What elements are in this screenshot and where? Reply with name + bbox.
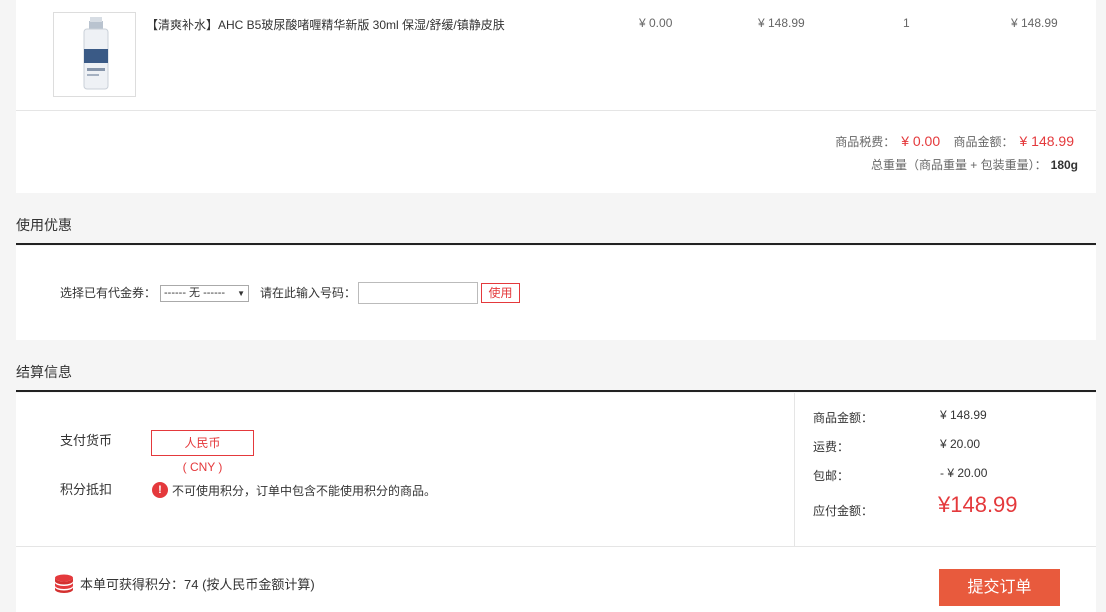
order-summary: 商品税费： ¥ 0.00 商品金额： ¥ 148.99 xyxy=(835,133,1074,150)
coupon-select[interactable]: ------ 无 ------ ▼ xyxy=(160,285,249,302)
weight-summary: 总重量（商品重量 + 包装重量）： 180g xyxy=(871,156,1078,173)
product-quantity: 1 xyxy=(903,16,910,30)
product-subtotal: ¥ 148.99 xyxy=(1011,16,1058,30)
amount-value: ¥ 148.99 xyxy=(1019,133,1075,149)
breakdown-value: - ¥ 20.00 xyxy=(940,466,988,480)
breakdown-label: 商品金额： xyxy=(813,411,874,425)
serum-bottle-icon xyxy=(83,17,109,90)
product-thumbnail[interactable] xyxy=(53,12,136,97)
breakdown-value: ¥ 20.00 xyxy=(940,437,981,451)
coupon-code-input[interactable] xyxy=(358,282,478,304)
tax-value: ¥ 0.00 xyxy=(901,133,941,149)
amount-label: 商品金额： xyxy=(953,135,1014,149)
submit-order-button[interactable]: 提交订单 xyxy=(939,569,1060,606)
total-label: 应付金额： xyxy=(813,504,874,518)
coin-stack-icon xyxy=(55,574,73,593)
order-item-panel: 【清爽补水】AHC B5玻尿酸啫喱精华新版 30ml 保湿/舒缓/镇静皮肤 ¥ … xyxy=(16,0,1096,193)
section-divider xyxy=(16,243,1096,245)
pay-currency-label: 支付货币 xyxy=(60,433,113,448)
breakdown-label: 运费： xyxy=(813,440,850,454)
tax-label: 商品税费： xyxy=(835,135,896,149)
coupon-section-title: 使用优惠 xyxy=(16,217,72,233)
settlement-panel: 支付货币 人民币 ( CNY ) 积分抵扣 ! 不可使用积分，订单中包含不能使用… xyxy=(16,393,1096,546)
currency-option[interactable]: 人民币 xyxy=(151,430,254,456)
currency-code: ( CNY ) xyxy=(182,460,223,474)
warning-icon: ! xyxy=(152,482,168,498)
section-divider xyxy=(16,390,1096,392)
order-footer: 本单可获得积分：74 (按人民币金额计算) 提交订单 xyxy=(16,546,1096,612)
use-coupon-button[interactable]: 使用 xyxy=(481,283,520,303)
breakdown-label: 包邮： xyxy=(813,469,850,483)
total-value: ¥148.99 xyxy=(938,492,1018,517)
coupon-code-label: 请在此输入号码： xyxy=(260,286,357,300)
coupon-select-label: 选择已有代金券： xyxy=(60,286,157,300)
weight-label: 总重量（商品重量 + 包装重量）： xyxy=(870,158,1047,172)
settlement-section-title: 结算信息 xyxy=(16,364,72,380)
product-price: ¥ 148.99 xyxy=(758,16,805,30)
price-breakdown: 商品金额： ¥ 148.99 运费： ¥ 20.00 包邮： - ¥ 20.00… xyxy=(796,393,1096,546)
breakdown-value: ¥ 148.99 xyxy=(940,408,987,422)
weight-value: 180g xyxy=(1050,158,1078,172)
points-warning: 不可使用积分，订单中包含不能使用积分的商品。 xyxy=(172,484,437,498)
points-deduction-label: 积分抵扣 xyxy=(60,482,113,497)
coupon-select-value: ------ 无 ------ xyxy=(164,287,226,299)
points-earned: 本单可获得积分：74 (按人民币金额计算) xyxy=(80,577,315,592)
table-row: 【清爽补水】AHC B5玻尿酸啫喱精华新版 30ml 保湿/舒缓/镇静皮肤 ¥ … xyxy=(16,0,1096,111)
product-tax: ¥ 0.00 xyxy=(639,16,673,30)
coupon-panel: 选择已有代金券： ------ 无 ------ ▼ 请在此输入号码： 使用 xyxy=(16,246,1096,340)
payment-options: 支付货币 人民币 ( CNY ) 积分抵扣 ! 不可使用积分，订单中包含不能使用… xyxy=(16,393,795,546)
product-name[interactable]: 【清爽补水】AHC B5玻尿酸啫喱精华新版 30ml 保湿/舒缓/镇静皮肤 xyxy=(146,16,505,33)
chevron-down-icon: ▼ xyxy=(237,289,245,298)
